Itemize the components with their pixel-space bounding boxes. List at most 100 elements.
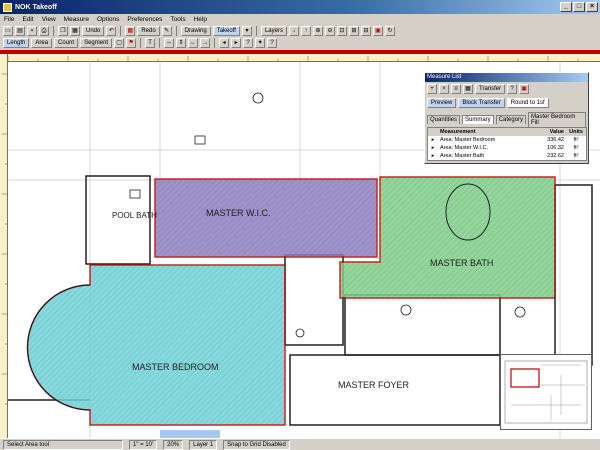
tab-summary[interactable]: Summary <box>462 115 494 124</box>
query-icon[interactable]: ? <box>243 38 254 48</box>
table-row[interactable]: ▸ Area: Master Bedroom 336.42 ft² <box>428 136 586 144</box>
horizontal-ruler <box>7 54 600 62</box>
label-master-bath: MASTER BATH <box>430 258 493 268</box>
grid-icon[interactable]: ▦ <box>125 26 136 36</box>
menu-bar: File Edit View Measure Options Preferenc… <box>0 14 600 25</box>
segment-tool-button[interactable]: Segment <box>80 38 113 48</box>
flag-icon[interactable]: ⚑ <box>126 38 137 48</box>
layers-button[interactable]: Layers <box>260 26 287 36</box>
app-icon <box>3 2 12 12</box>
copy-icon[interactable]: ❐ <box>58 26 68 36</box>
status-bar: Select Area tool 1" = 10' 20% Layer 1 Sn… <box>0 438 600 450</box>
col-units[interactable]: Units <box>566 128 586 136</box>
square-icon[interactable]: ▢ <box>114 38 125 48</box>
new-icon[interactable]: ▭ <box>3 26 13 36</box>
label-master-foyer: MASTER FOYER <box>338 380 410 390</box>
undo-button[interactable]: Undo <box>82 26 105 36</box>
maximize-button[interactable]: □ <box>573 2 585 12</box>
zoom-fit-icon[interactable]: ⊞ <box>348 26 359 36</box>
title-bar: NOK Takeoff _ □ × <box>0 0 600 14</box>
label-pool-bath: POOL BATH <box>112 211 157 220</box>
main-toolbar: ▭ ▤ ▪ ⎙ ❐ ▦ Undo ↶ ▦ Redo ✎ Drawing Take… <box>0 25 600 37</box>
tab-category[interactable]: Category <box>495 115 527 124</box>
panel-help-icon[interactable]: ? <box>507 84 518 94</box>
label-master-bedroom: MASTER BEDROOM <box>132 362 219 372</box>
length-tool-button[interactable]: Length <box>3 38 30 48</box>
panel-add-icon[interactable]: + <box>427 84 437 94</box>
menu-view[interactable]: View <box>42 16 56 23</box>
pan-left-icon[interactable]: ← <box>188 38 199 48</box>
round-select[interactable]: Round to 1sf <box>506 98 549 108</box>
area-tool-button[interactable]: Area <box>31 38 53 48</box>
arrow-icon[interactable]: ↶ <box>106 26 117 36</box>
count-tool-button[interactable]: Count <box>54 38 79 48</box>
transfer-button[interactable]: Transfer <box>475 84 506 94</box>
zoom-prev-icon[interactable]: ⊟ <box>360 26 371 36</box>
zoom-out-icon[interactable]: ⊖ <box>324 26 335 36</box>
status-scale: 1" = 10' <box>129 439 158 450</box>
measure-toolbar: Length Area Count Segment ▢ ⚑ T ⇔ ⇕ ← → … <box>0 37 600 49</box>
takeoff-tab[interactable]: Takeoff <box>212 26 240 36</box>
menu-help[interactable]: Help <box>194 16 207 23</box>
panel-export-icon[interactable]: ▣ <box>519 84 530 94</box>
area-master-wic-hatch <box>155 179 377 257</box>
panel-image-icon[interactable]: ▦ <box>463 84 473 94</box>
paste-icon[interactable]: ▦ <box>70 26 80 36</box>
dropdown-icon[interactable]: ▾ <box>241 26 252 36</box>
drawing-tab[interactable]: Drawing <box>180 26 211 36</box>
close-button[interactable]: × <box>586 2 598 12</box>
stop-icon[interactable]: ▣ <box>372 26 383 36</box>
panel-delete-icon[interactable]: × <box>439 84 449 94</box>
ruler-icon[interactable]: ⇔ <box>164 38 175 48</box>
app-window: NOK Takeoff _ □ × File Edit View Measure… <box>0 0 600 450</box>
panel-title: Measure List <box>425 73 588 82</box>
rotate-icon[interactable]: ↻ <box>384 26 395 36</box>
status-message: Select Area tool <box>3 439 123 450</box>
up-arrow-icon[interactable]: ↑ <box>300 26 311 36</box>
minimap-drawing <box>504 360 588 424</box>
redo-button[interactable]: Redo <box>137 26 160 36</box>
col-measurement[interactable]: Measurement <box>438 128 532 136</box>
menu-measure[interactable]: Measure <box>64 16 89 23</box>
table-header: Measurement Value Units <box>428 128 586 136</box>
pencil-icon[interactable]: ✎ <box>161 26 172 36</box>
col-value[interactable]: Value <box>532 128 566 136</box>
save-icon[interactable]: ▪ <box>27 26 37 36</box>
print-icon[interactable]: ⎙ <box>39 26 49 36</box>
block-transfer-toggle[interactable]: Block Transfer <box>458 98 505 108</box>
menu-preferences[interactable]: Preferences <box>127 16 162 23</box>
zoom-in-icon[interactable]: ⊕ <box>312 26 323 36</box>
scale-icon[interactable]: ⇕ <box>176 38 187 48</box>
text-tool-icon[interactable]: T <box>145 38 156 48</box>
label-master-wic: MASTER W.I.C. <box>206 208 271 218</box>
measure-table: Measurement Value Units ▸ Area: Master B… <box>427 127 587 161</box>
table-row[interactable]: ▸ Area: Master Bath 232.62 ft² <box>428 152 586 160</box>
tab-quantities[interactable]: Quantities <box>427 115 461 124</box>
menu-tools[interactable]: Tools <box>170 16 185 23</box>
measure-list-panel: Measure List + × ≡ ▦ Transfer ? ▣ Previe… <box>424 72 589 164</box>
minimize-button[interactable]: _ <box>560 2 572 12</box>
bulb-icon[interactable]: ✦ <box>255 38 266 48</box>
down-arrow-icon[interactable]: ↓ <box>288 26 299 36</box>
panel-list-icon[interactable]: ≡ <box>451 84 461 94</box>
status-snap: Snap to Grid Disabled <box>223 439 290 450</box>
page-prev-icon[interactable]: ◂ <box>219 38 230 48</box>
zoom-window-icon[interactable]: ⊡ <box>336 26 347 36</box>
vertical-ruler <box>0 54 8 438</box>
page-next-icon[interactable]: ▸ <box>231 38 242 48</box>
menu-file[interactable]: File <box>4 16 14 23</box>
ruler-ticks-top <box>7 56 579 62</box>
preview-toggle[interactable]: Preview <box>427 98 457 108</box>
menu-options[interactable]: Options <box>97 16 119 23</box>
table-row[interactable]: ▸ Area: Master W.I.C. 106.32 ft² <box>428 144 586 152</box>
menu-edit[interactable]: Edit <box>22 16 33 23</box>
ruler-ticks-left <box>2 73 8 405</box>
status-layer: Layer 1 <box>189 439 218 450</box>
help-icon[interactable]: ? <box>267 38 278 48</box>
minimap-viewport[interactable] <box>510 368 540 388</box>
tab-master-bedroom-fill[interactable]: Master Bedroom Fill <box>528 112 586 127</box>
open-icon[interactable]: ▤ <box>15 26 25 36</box>
overview-minimap[interactable] <box>500 354 592 430</box>
pan-right-icon[interactable]: → <box>200 38 211 48</box>
window-title: NOK Takeoff <box>15 3 57 11</box>
